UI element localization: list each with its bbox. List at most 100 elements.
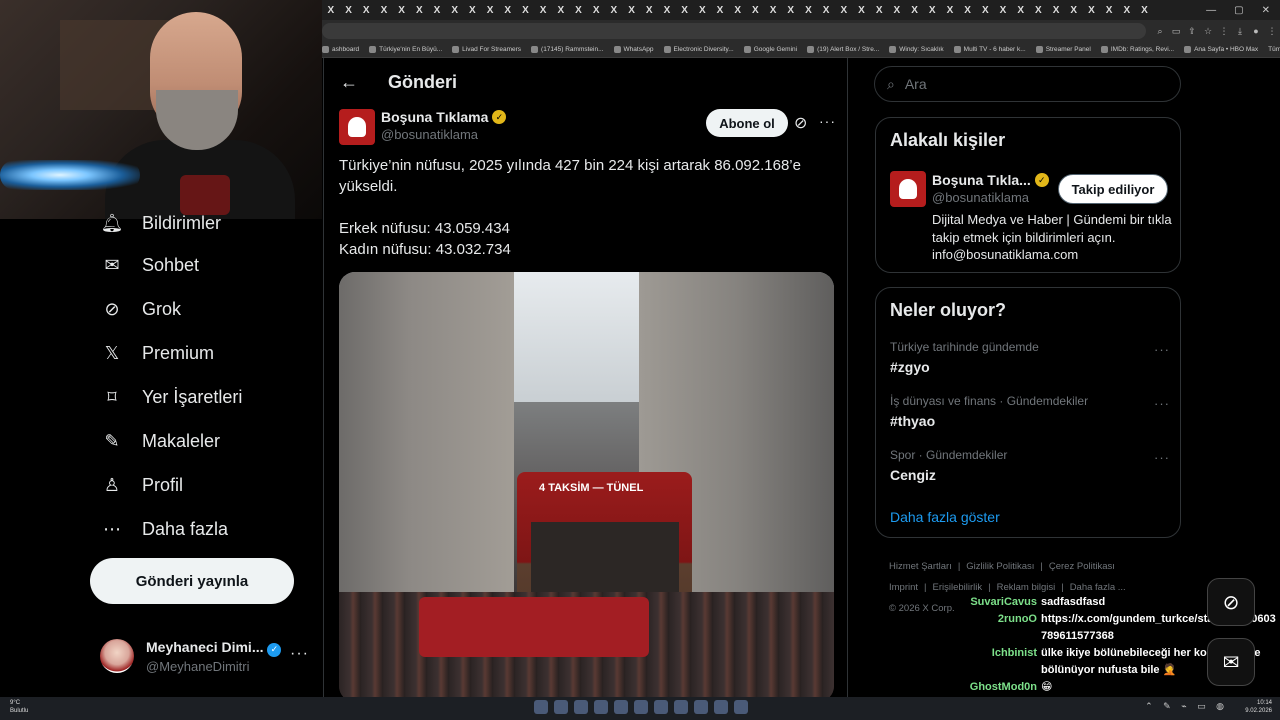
related-avatar[interactable] (890, 171, 926, 207)
browser-tab[interactable]: X (446, 5, 464, 16)
browser-tab[interactable]: X (481, 5, 499, 16)
browser-tab[interactable]: X (870, 5, 888, 16)
search-box[interactable]: ⌕ Ara (874, 66, 1181, 102)
download-icon[interactable]: ⤓ (1232, 26, 1248, 37)
taskbar-clock[interactable]: 10:14 9.02.2026 (1245, 699, 1272, 715)
browser-tab[interactable]: X (605, 5, 623, 16)
browser-tab[interactable]: X (534, 5, 552, 16)
bookmark-item[interactable]: Ana Sayfa • HBO Max (1184, 46, 1258, 53)
post-button[interactable]: Gönderi yayınla (90, 558, 294, 604)
browser-tab[interactable]: X (640, 5, 658, 16)
url-field[interactable] (322, 23, 1146, 39)
browser-tab[interactable]: X (1136, 5, 1154, 16)
discord-icon[interactable] (654, 700, 668, 714)
steam-icon[interactable] (614, 700, 628, 714)
related-name[interactable]: Boşuna Tıkla... ✓ (932, 172, 1049, 188)
browser-tab[interactable]: X (1047, 5, 1065, 16)
nav-item-profil[interactable]: ♙ Profil (100, 473, 183, 497)
browser-tab[interactable]: X (817, 5, 835, 16)
browser-tab[interactable]: X (693, 5, 711, 16)
browser-tab[interactable]: X (570, 5, 588, 16)
browser-tab[interactable]: X (552, 5, 570, 16)
author-handle[interactable]: @bosunatiklama (381, 127, 478, 142)
browser-tab[interactable]: X (835, 5, 853, 16)
bookmark-item[interactable]: WhatsApp (613, 46, 654, 53)
nav-item-premium[interactable]: 𝕏 Premium (100, 341, 214, 365)
minimize-icon[interactable]: — (1206, 5, 1216, 16)
browser-menu-icon[interactable]: ⋮ (1264, 26, 1280, 37)
browser-tab[interactable]: X (340, 5, 358, 16)
trend-item[interactable]: İş dünyası ve finans · Gündemdekiler #thy… (890, 394, 1170, 429)
all-bookmarks-link[interactable]: Tüm Yer İşaretleri (1268, 46, 1280, 53)
browser-tab[interactable]: X (517, 5, 535, 16)
browser-tab[interactable]: X (410, 5, 428, 16)
start-icon[interactable] (534, 700, 548, 714)
spotify-icon[interactable] (674, 700, 688, 714)
footer-link[interactable]: Erişilebilirlik (933, 582, 983, 593)
browser-tab[interactable]: X (428, 5, 446, 16)
explorer-icon[interactable] (574, 700, 588, 714)
nav-item-grok[interactable]: ⊘ Grok (100, 297, 181, 321)
obs-icon[interactable] (714, 700, 728, 714)
system-tray[interactable]: ⌃ ✎ ⌁ ▭ ◍ (1145, 701, 1228, 712)
browser-tab[interactable]: X (959, 5, 977, 16)
outlook-icon[interactable] (594, 700, 608, 714)
grok-overlay-icon[interactable]: ⊘ (1207, 578, 1255, 626)
bookmark-item[interactable]: (19) Alert Box / Stre... (807, 46, 879, 53)
browser-tab[interactable]: X (1012, 5, 1030, 16)
browser-tab[interactable]: X (1083, 5, 1101, 16)
footer-link[interactable]: Imprint (889, 582, 918, 593)
extensions-icon[interactable]: ⋮ (1216, 26, 1232, 37)
grok-icon[interactable]: ⊘ (794, 113, 807, 133)
footer-link[interactable]: Gizlilik Politikası (966, 561, 1034, 572)
trend-more-icon[interactable]: ··· (1154, 342, 1170, 357)
share-icon[interactable]: ⇪ (1184, 26, 1200, 37)
bookmark-item[interactable]: Livad For Streamers (452, 46, 521, 53)
related-handle[interactable]: @bosunatiklama (932, 190, 1029, 205)
browser-tab[interactable]: X (658, 5, 676, 16)
bookmark-item[interactable]: (17145) Rammstein... (531, 46, 604, 53)
app2-icon[interactable] (734, 700, 748, 714)
trend-item[interactable]: Spor · Gündemdekiler Cengiz ··· (890, 448, 1170, 483)
maximize-icon[interactable]: ▢ (1234, 5, 1243, 16)
nav-item-sohbet[interactable]: ✉ Sohbet (100, 253, 199, 277)
browser-tab[interactable]: X (587, 5, 605, 16)
browser-tab[interactable]: X (623, 5, 641, 16)
browser-tab[interactable]: X (888, 5, 906, 16)
browser-tab[interactable]: X (994, 5, 1012, 16)
browser-tab[interactable]: X (1118, 5, 1136, 16)
nav-item-daha-fazla[interactable]: ⋯ Daha fazla (100, 517, 228, 541)
close-icon[interactable]: ✕ (1262, 5, 1270, 16)
back-arrow-icon[interactable]: ← (340, 72, 358, 93)
app-icon[interactable] (694, 700, 708, 714)
browser-tab[interactable]: X (976, 5, 994, 16)
browser-tab[interactable]: X (1100, 5, 1118, 16)
cast-icon[interactable]: ▭ (1168, 26, 1184, 37)
browser-tab[interactable]: X (393, 5, 411, 16)
browser-tab[interactable]: X (499, 5, 517, 16)
browser-tab[interactable]: X (800, 5, 818, 16)
footer-link[interactable]: Reklam bilgisi (997, 582, 1056, 593)
nav-item-bildirimler[interactable]: 🔔︎ Bildirimler (100, 211, 221, 235)
zoom-icon[interactable]: ⌕ (1152, 26, 1168, 37)
subscribe-button[interactable]: Abone ol (706, 109, 788, 137)
following-button[interactable]: Takip ediliyor (1058, 174, 1168, 204)
chrome-icon[interactable] (554, 700, 568, 714)
trend-more-icon[interactable]: ··· (1154, 396, 1170, 411)
post-photo-istiklal-tram[interactable]: 4 TAKSİM — TÜNEL (339, 272, 834, 697)
browser-tab[interactable]: X (676, 5, 694, 16)
bookmark-item[interactable]: Google Gemini (743, 46, 797, 53)
browser-tab[interactable]: X (853, 5, 871, 16)
bookmark-item[interactable]: IMDb: Ratings, Revi... (1100, 46, 1174, 53)
browser-tab[interactable]: X (1030, 5, 1048, 16)
trend-item[interactable]: Türkiye tarihinde gündemde #zgyo ··· (890, 340, 1170, 375)
weather-widget[interactable]: 9°C Bulutlu (10, 699, 28, 715)
footer-link[interactable]: Daha fazla ... (1070, 582, 1126, 593)
browser-tab[interactable]: X (464, 5, 482, 16)
nav-item-makaleler[interactable]: ✎ Makaleler (100, 429, 220, 453)
browser-tab[interactable]: X (375, 5, 393, 16)
browser-tab[interactable]: X (747, 5, 765, 16)
browser-tab[interactable]: X (711, 5, 729, 16)
show-more-link[interactable]: Daha fazla göster (890, 509, 1000, 525)
browser-tab[interactable]: X (941, 5, 959, 16)
